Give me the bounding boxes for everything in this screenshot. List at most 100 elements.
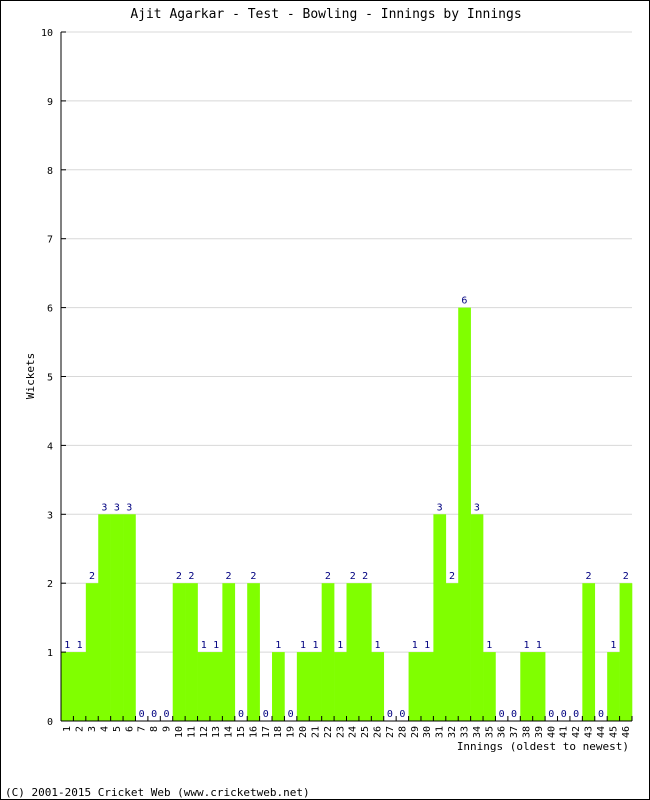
y-tick-labels: 0 1 2 3 4 5 6 7 8 9 10 — [41, 28, 53, 728]
x-tick-label: 27 — [385, 726, 396, 738]
y-tick-label: 7 — [47, 235, 53, 246]
x-tick-label: 7 — [137, 726, 148, 732]
data-label: 1 — [424, 640, 430, 651]
x-tick-label: 6 — [124, 726, 135, 732]
bar — [445, 583, 459, 721]
data-label: 0 — [151, 709, 157, 720]
data-label: 0 — [573, 709, 579, 720]
bar — [172, 583, 186, 721]
x-tick-label: 16 — [248, 726, 259, 738]
data-label: 0 — [387, 709, 393, 720]
y-tick-label: 10 — [41, 28, 53, 39]
y-axis-label: Wickets — [24, 353, 37, 399]
data-label: 0 — [511, 709, 517, 720]
x-tick-label: 38 — [521, 726, 532, 738]
x-tick-label: 42 — [571, 726, 582, 738]
data-label: 1 — [412, 640, 418, 651]
x-tick-label: 33 — [459, 726, 470, 738]
x-tick-label: 18 — [273, 726, 284, 738]
x-tick-label: 23 — [335, 726, 346, 738]
x-tick-label: 20 — [298, 726, 309, 738]
data-label: 1 — [312, 640, 318, 651]
data-label: 2 — [449, 571, 455, 582]
y-tick-label: 2 — [47, 579, 53, 590]
bar — [483, 652, 496, 721]
x-tick-label: 24 — [348, 726, 359, 738]
data-label: 0 — [499, 709, 505, 720]
y-tick-label: 5 — [47, 373, 53, 384]
data-label: 1 — [213, 640, 219, 651]
x-tick-label: 4 — [99, 726, 110, 732]
x-tick-label: 15 — [236, 726, 247, 738]
y-tick-label: 4 — [47, 441, 53, 452]
bar — [73, 652, 87, 721]
bar — [123, 514, 136, 721]
y-tick-label: 8 — [47, 166, 53, 177]
x-tick-label: 3 — [87, 726, 98, 732]
data-label: 0 — [598, 709, 604, 720]
bar — [110, 514, 124, 721]
bar — [309, 652, 322, 721]
bar — [197, 652, 211, 721]
data-label: 0 — [238, 709, 244, 720]
x-tick-label: 13 — [211, 726, 222, 738]
bar — [61, 652, 74, 721]
x-tick-label: 43 — [584, 726, 595, 738]
bar — [296, 652, 310, 721]
x-tick-label: 9 — [162, 726, 173, 732]
bar — [358, 583, 372, 721]
data-label: 1 — [523, 640, 529, 651]
y-tick-label: 6 — [47, 304, 53, 315]
x-tick-label: 40 — [546, 726, 557, 738]
x-tick-label: 2 — [75, 726, 86, 732]
bar — [520, 652, 533, 721]
data-label: 2 — [350, 571, 356, 582]
bar — [209, 652, 223, 721]
x-tick-label: 11 — [186, 726, 197, 738]
bar — [247, 583, 260, 721]
gridlines — [61, 31, 632, 653]
data-label: 2 — [89, 571, 95, 582]
bar — [433, 514, 447, 721]
x-tick-label: 45 — [608, 726, 619, 738]
bar — [272, 652, 285, 721]
x-tick-label: 8 — [149, 726, 160, 732]
chart-title: Ajit Agarkar - Test - Bowling - Innings … — [130, 7, 521, 22]
bar-chart: Ajit Agarkar - Test - Bowling - Innings … — [5, 7, 633, 799]
bar — [458, 307, 471, 721]
data-label: 6 — [461, 296, 467, 307]
bar — [98, 514, 111, 721]
bar — [607, 652, 620, 721]
data-label: 2 — [188, 571, 194, 582]
bar — [85, 583, 99, 721]
data-label: 1 — [201, 640, 207, 651]
x-tick-label: 29 — [410, 726, 421, 738]
bar — [582, 583, 596, 721]
data-label: 1 — [536, 640, 542, 651]
x-tick-label: 31 — [435, 726, 446, 738]
x-tick-label: 22 — [323, 726, 334, 738]
data-label: 2 — [325, 571, 331, 582]
data-label: 2 — [362, 571, 368, 582]
x-tick-label: 26 — [373, 726, 384, 738]
data-label: 3 — [437, 502, 443, 513]
data-label: 2 — [226, 571, 232, 582]
data-label: 0 — [548, 709, 554, 720]
data-label: 1 — [275, 640, 281, 651]
bar — [532, 652, 546, 721]
data-label: 3 — [126, 502, 132, 513]
chart-frame: Ajit Agarkar - Test - Bowling - Innings … — [0, 0, 650, 800]
x-tick-label: 28 — [397, 726, 408, 738]
data-label: 0 — [163, 709, 169, 720]
x-tick-label: 5 — [112, 726, 123, 732]
data-label: 0 — [288, 709, 294, 720]
x-tick-label: 37 — [509, 726, 520, 738]
data-label: 1 — [77, 640, 83, 651]
bar — [334, 652, 347, 721]
data-label: 0 — [139, 709, 145, 720]
x-tick-label: 41 — [559, 726, 570, 738]
data-label: 3 — [101, 502, 107, 513]
data-label: 3 — [474, 502, 480, 513]
bar — [346, 583, 360, 721]
data-label: 1 — [64, 640, 70, 651]
